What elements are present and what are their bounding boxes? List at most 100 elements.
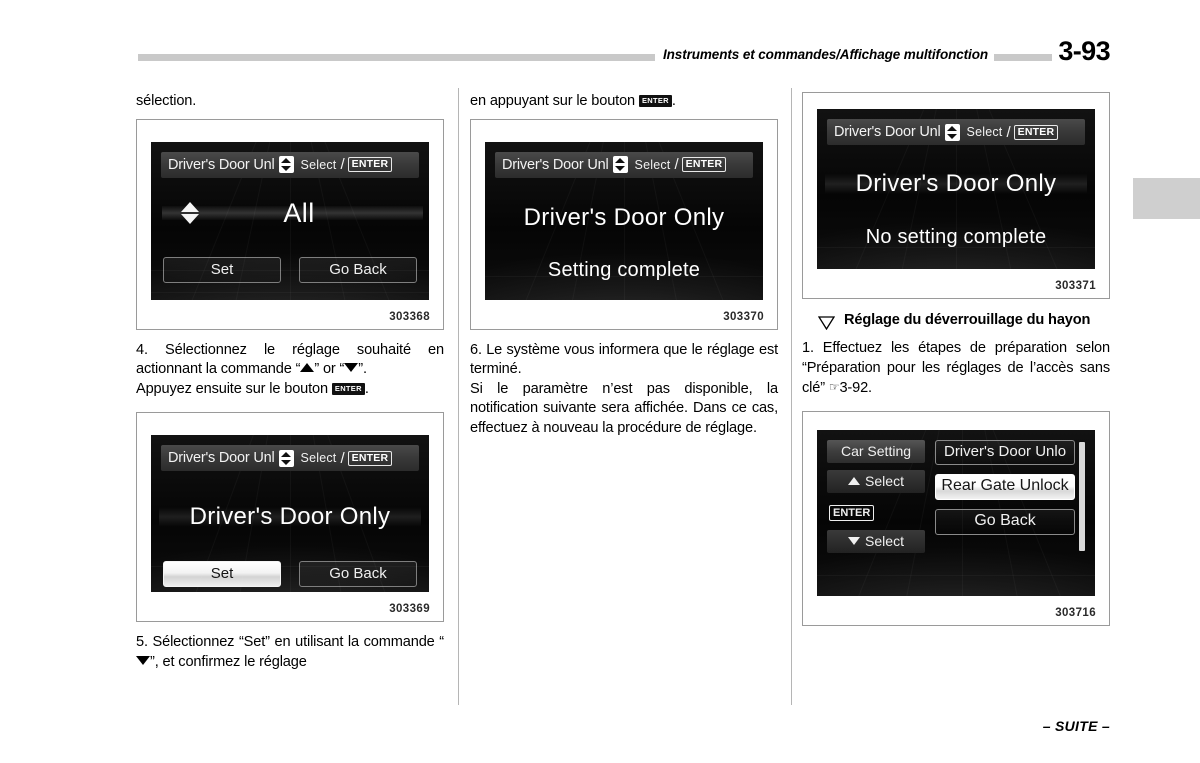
titlebar-select-label: Select bbox=[634, 157, 671, 172]
col2-top-text: en appuyant sur le bouton ENTER. bbox=[470, 92, 778, 112]
set-button[interactable]: Set bbox=[163, 561, 281, 588]
enter-key-icon: ENTER bbox=[347, 450, 393, 466]
col1-top-text: sélection. bbox=[136, 93, 197, 109]
enter-key-icon: ENTER bbox=[1013, 124, 1059, 140]
menu-item-drivers-door-unlock[interactable]: Driver's Door Unlo bbox=[935, 439, 1075, 465]
screen-titlebar: Driver's Door Unl Select / ENTER bbox=[495, 151, 753, 178]
column-3: Driver's Door Unl Select / ENTER Driver'… bbox=[802, 92, 1110, 626]
mfd-screen-4: Driver's Door Unl Select / ENTER Driver'… bbox=[817, 109, 1095, 269]
figure-caption: 303370 bbox=[723, 310, 764, 323]
titlebar-slash: / bbox=[674, 156, 679, 174]
enter-key-row[interactable]: ENTER bbox=[827, 500, 925, 523]
screen-titlebar: Driver's Door Unl Select / ENTER bbox=[161, 445, 419, 472]
col2-top-part-b: . bbox=[671, 93, 676, 109]
titlebar-slash: / bbox=[1006, 123, 1011, 141]
col2-note-text: Si le paramètre n’est pas disponible, la… bbox=[470, 380, 778, 436]
screen-line-1: Driver's Door Only bbox=[485, 204, 763, 232]
go-back-button[interactable]: Go Back bbox=[299, 561, 417, 588]
enter-key-icon: ENTER bbox=[638, 95, 672, 107]
col2-top-part-a: en appuyant sur le bouton bbox=[470, 93, 639, 109]
value-row: All bbox=[151, 198, 429, 229]
column-2: en appuyant sur le bouton ENTER. Driver'… bbox=[470, 92, 778, 439]
menu-item-list: Driver's Door Unlo Rear Gate Unlock Go B… bbox=[935, 439, 1085, 553]
select-up-key[interactable]: Select bbox=[827, 469, 926, 493]
enter-key-icon: ENTER bbox=[681, 157, 727, 173]
select-up-label: Select bbox=[865, 472, 904, 489]
step-5-part-a: 5. Sélectionnez “Set” en utilisant la co… bbox=[136, 634, 444, 651]
pointing-hand-icon: ☞ bbox=[828, 380, 840, 395]
step-1-text: 1. Effectuez les étapes de préparation s… bbox=[802, 339, 1110, 399]
section-title: Réglage du déverrouillage du hayon bbox=[844, 312, 1091, 328]
step-5-text: 5. Sélectionnez “Set” en utilisant la co… bbox=[136, 633, 444, 672]
step-4-part-e: . bbox=[364, 380, 369, 397]
up-down-arrow-icon bbox=[944, 123, 960, 141]
mfd-screen-1: Driver's Door Unl Select / ENTER All Set… bbox=[151, 141, 429, 300]
status-message: Setting complete bbox=[547, 258, 701, 281]
page-number: 3-93 bbox=[1052, 36, 1111, 67]
mfd-screen-2: Driver's Door Unl Select / ENTER Driver'… bbox=[151, 435, 429, 593]
step-1-part-b: 3-92. bbox=[839, 380, 872, 397]
figure-caption: 303369 bbox=[389, 603, 430, 616]
up-down-arrow-icon bbox=[278, 449, 294, 467]
screen-line-1: Driver's Door Only bbox=[817, 170, 1095, 198]
screen-line-2: Setting complete bbox=[485, 259, 763, 282]
step-4-text: 4. Sélectionnez le réglage souhaité en a… bbox=[136, 341, 444, 380]
triangle-down-icon bbox=[848, 536, 861, 545]
up-down-arrow-icon bbox=[177, 201, 203, 226]
triangle-up-icon bbox=[300, 363, 315, 373]
enter-key-icon: ENTER bbox=[829, 504, 875, 521]
set-button[interactable]: Set bbox=[163, 256, 281, 283]
triangle-down-icon bbox=[344, 363, 359, 373]
status-value: Driver's Door Only bbox=[523, 203, 725, 231]
car-setting-key[interactable]: Car Setting bbox=[827, 439, 926, 463]
step-6-text: 6. Le système vous informera que le régl… bbox=[470, 341, 778, 378]
status-value: Driver's Door Only bbox=[855, 170, 1057, 197]
titlebar-label: Driver's Door Unl bbox=[834, 124, 941, 140]
scrollbar[interactable] bbox=[1079, 441, 1085, 551]
titlebar-label: Driver's Door Unl bbox=[168, 156, 275, 173]
step-4-part-a: 4. Sélectionnez le réglage souhaité en a… bbox=[136, 341, 444, 378]
titlebar-slash: / bbox=[340, 156, 345, 174]
footer-continued: – SUITE – bbox=[1042, 718, 1110, 734]
menu-screen: Car Setting Select ENTER Select Driver's… bbox=[817, 430, 1095, 563]
column-divider-1 bbox=[458, 88, 459, 705]
triangle-down-icon bbox=[136, 655, 150, 665]
step-5-part-b: ”, et confirmez le réglage bbox=[150, 653, 307, 670]
menu-left-keys: Car Setting Select ENTER Select bbox=[827, 439, 926, 553]
figure-caption: 303716 bbox=[1055, 606, 1096, 619]
titlebar-label: Driver's Door Unl bbox=[168, 450, 275, 467]
selected-value: Driver's Door Only bbox=[189, 503, 391, 531]
mfd-screen-5: Car Setting Select ENTER Select Driver's… bbox=[817, 429, 1095, 596]
section-heading: Réglage du déverrouillage du hayon bbox=[802, 311, 1110, 330]
figure-303368: Driver's Door Unl Select / ENTER All Set… bbox=[136, 118, 444, 330]
step-4-text-2: Appuyez ensuite sur le bouton ENTER. bbox=[136, 380, 444, 400]
titlebar-slash: / bbox=[340, 449, 345, 467]
screen-button-row: Set Go Back bbox=[151, 561, 429, 588]
select-down-key[interactable]: Select bbox=[827, 529, 926, 553]
column-1: sélection. Driver's Door Unl Select / EN… bbox=[136, 92, 444, 673]
menu-item-go-back[interactable]: Go Back bbox=[935, 508, 1075, 535]
titlebar-select-label: Select bbox=[300, 451, 337, 466]
selected-value: All bbox=[283, 197, 315, 228]
screen-button-row: Set Go Back bbox=[151, 256, 429, 283]
go-back-button[interactable]: Go Back bbox=[299, 256, 417, 283]
mfd-screen-3: Driver's Door Unl Select / ENTER Driver'… bbox=[485, 141, 763, 300]
up-down-arrow-icon bbox=[278, 156, 294, 174]
step-4-part-d: Appuyez ensuite sur le bouton bbox=[136, 380, 332, 397]
status-message: No setting complete bbox=[865, 226, 1047, 248]
select-down-label: Select bbox=[865, 532, 904, 549]
enter-key-icon: ENTER bbox=[331, 382, 365, 395]
manual-page: Instruments et commandes/Affichage multi… bbox=[0, 0, 1200, 763]
screen-titlebar: Driver's Door Unl Select / ENTER bbox=[161, 151, 419, 178]
up-down-arrow-icon bbox=[612, 156, 628, 174]
figure-303370: Driver's Door Unl Select / ENTER Driver'… bbox=[470, 118, 778, 330]
figure-303371: Driver's Door Unl Select / ENTER Driver'… bbox=[802, 92, 1110, 299]
figure-303369: Driver's Door Unl Select / ENTER Driver'… bbox=[136, 412, 444, 623]
menu-item-rear-gate-unlock[interactable]: Rear Gate Unlock bbox=[935, 473, 1075, 500]
enter-key-icon: ENTER bbox=[347, 157, 393, 173]
figure-caption: 303368 bbox=[389, 310, 430, 323]
screen-value-line: Driver's Door Only bbox=[151, 503, 429, 531]
page-header: Instruments et commandes/Affichage multi… bbox=[138, 36, 1111, 71]
chapter-edge-tab bbox=[1133, 178, 1200, 219]
triangle-up-icon bbox=[848, 476, 861, 485]
